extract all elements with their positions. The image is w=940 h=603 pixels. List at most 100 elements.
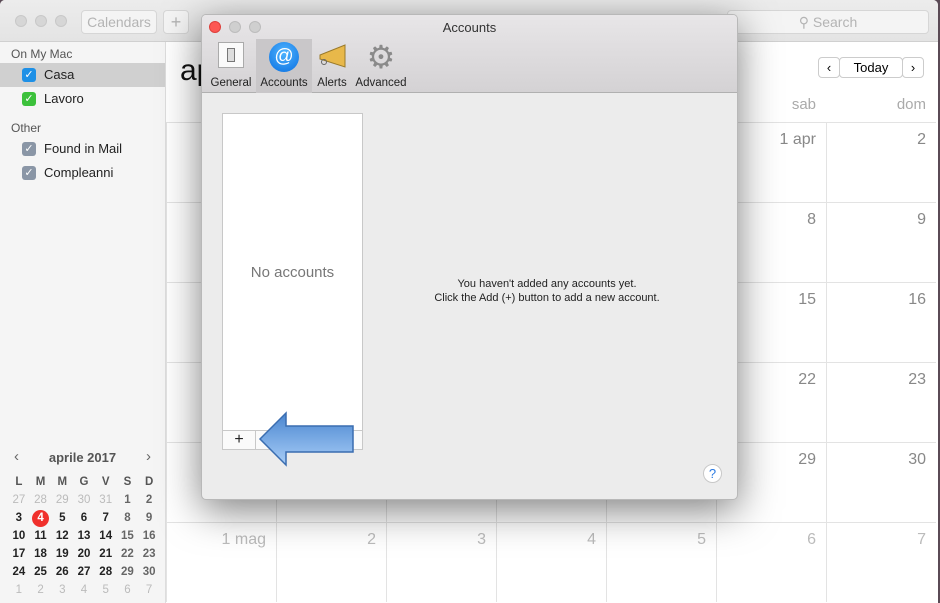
mini-day[interactable]: 24 <box>8 563 30 581</box>
mini-day[interactable]: 1 <box>8 581 30 599</box>
calendar-item-lavoro[interactable]: ✓ Lavoro <box>0 87 165 111</box>
day-number: 9 <box>917 211 926 228</box>
search-input[interactable]: ⚲ Search <box>727 10 929 34</box>
mini-day[interactable]: 27 <box>73 563 95 581</box>
mini-day[interactable]: 31 <box>95 491 117 509</box>
mini-day[interactable]: 5 <box>51 509 73 527</box>
mini-day[interactable]: 28 <box>30 491 52 509</box>
next-month-button[interactable]: › <box>146 448 151 465</box>
mini-day[interactable]: 2 <box>138 491 160 509</box>
day-cell[interactable]: 4 <box>496 522 606 602</box>
mini-day[interactable]: 9 <box>138 509 160 527</box>
mini-day[interactable]: 3 <box>8 509 30 527</box>
mini-day[interactable]: 21 <box>95 545 117 563</box>
calendar-item-compleanni[interactable]: ✓ Compleanni <box>0 161 165 185</box>
day-cell[interactable]: 3 <box>386 522 496 602</box>
mini-day[interactable]: 6 <box>73 509 95 527</box>
mini-day[interactable]: 8 <box>117 509 139 527</box>
mini-day[interactable]: 10 <box>8 527 30 545</box>
accounts-preferences-dialog: Accounts General @ Accounts Alerts ⚙ Adv… <box>201 14 738 500</box>
day-number: 30 <box>908 451 926 468</box>
day-number: 29 <box>798 451 816 468</box>
day-number: 4 <box>587 531 596 548</box>
mini-day[interactable]: 2 <box>30 581 52 599</box>
mini-day[interactable]: 4 <box>30 509 52 527</box>
prev-button[interactable]: ‹ <box>818 57 840 78</box>
day-cell[interactable]: 2 <box>276 522 386 602</box>
calendar-item-casa[interactable]: ✓ Casa <box>0 63 165 87</box>
at-sign-icon: @ <box>269 42 299 72</box>
mini-day[interactable]: 1 <box>117 491 139 509</box>
checkbox[interactable]: ✓ <box>22 92 36 106</box>
day-number: 16 <box>908 291 926 308</box>
mini-day[interactable]: 30 <box>138 563 160 581</box>
empty-message: You haven't added any accounts yet. Clic… <box>434 278 660 304</box>
dialog-toolbar: Accounts General @ Accounts Alerts ⚙ Adv… <box>202 15 737 93</box>
day-cell[interactable]: 9 <box>826 202 936 282</box>
mini-day[interactable]: 26 <box>51 563 73 581</box>
day-cell[interactable]: 7 <box>826 522 936 602</box>
mini-day[interactable]: 11 <box>30 527 52 545</box>
zoom-button[interactable] <box>55 15 67 27</box>
day-number: 5 <box>697 531 706 548</box>
day-cell[interactable]: 23 <box>826 362 936 442</box>
mini-day[interactable]: 4 <box>73 581 95 599</box>
minimize-button[interactable] <box>35 15 47 27</box>
add-event-button[interactable]: + <box>163 10 189 34</box>
next-button[interactable]: › <box>902 57 924 78</box>
mini-day[interactable]: 18 <box>30 545 52 563</box>
mini-day[interactable]: 7 <box>138 581 160 599</box>
mini-day[interactable]: 25 <box>30 563 52 581</box>
mini-day[interactable]: 27 <box>8 491 30 509</box>
calendars-button[interactable]: Calendars <box>81 10 157 34</box>
mini-day[interactable]: 19 <box>51 545 73 563</box>
tab-alerts[interactable]: Alerts <box>312 39 352 93</box>
day-cell[interactable]: 6 <box>716 522 826 602</box>
search-icon: ⚲ <box>798 14 809 30</box>
mini-day[interactable]: 20 <box>73 545 95 563</box>
gear-icon: ⚙ <box>366 39 396 75</box>
checkbox[interactable]: ✓ <box>22 142 36 156</box>
day-cell[interactable]: 2 <box>826 122 936 202</box>
today-button[interactable]: Today <box>839 57 903 78</box>
day-cell[interactable]: 5 <box>606 522 716 602</box>
weekday-label: G <box>79 476 89 488</box>
weekday-label: M <box>35 476 46 488</box>
mini-day[interactable]: 12 <box>51 527 73 545</box>
add-account-button[interactable]: + <box>223 431 256 449</box>
mini-day[interactable]: 22 <box>117 545 139 563</box>
calendar-item-found-in-mail[interactable]: ✓ Found in Mail <box>0 137 165 161</box>
day-cell[interactable]: 30 <box>826 442 936 522</box>
close-button[interactable] <box>15 15 27 27</box>
tab-general[interactable]: General <box>206 39 256 93</box>
day-number: 8 <box>807 211 816 228</box>
day-cell[interactable]: 1 mag <box>166 522 276 602</box>
mini-day[interactable]: 29 <box>51 491 73 509</box>
mini-day[interactable]: 17 <box>8 545 30 563</box>
mini-day[interactable]: 15 <box>117 527 139 545</box>
mini-day[interactable]: 3 <box>51 581 73 599</box>
mini-day[interactable]: 14 <box>95 527 117 545</box>
tab-accounts[interactable]: @ Accounts <box>256 39 312 93</box>
accounts-list[interactable]: No accounts <box>222 113 363 450</box>
mini-day[interactable]: 13 <box>73 527 95 545</box>
mini-day[interactable]: 5 <box>95 581 117 599</box>
day-cell[interactable]: 16 <box>826 282 936 362</box>
mini-day[interactable]: 30 <box>73 491 95 509</box>
day-number: 3 <box>477 531 486 548</box>
day-number: 2 <box>367 531 376 548</box>
mini-day[interactable]: 23 <box>138 545 160 563</box>
help-button[interactable]: ? <box>703 464 722 483</box>
weekday-label: S <box>123 476 132 488</box>
mini-day[interactable]: 16 <box>138 527 160 545</box>
checkbox[interactable]: ✓ <box>22 68 36 82</box>
section-title: Other <box>11 121 42 135</box>
day-number: 22 <box>798 371 816 388</box>
tab-advanced[interactable]: ⚙ Advanced <box>352 39 410 93</box>
checkbox[interactable]: ✓ <box>22 166 36 180</box>
mini-day[interactable]: 28 <box>95 563 117 581</box>
mini-day[interactable]: 7 <box>95 509 117 527</box>
arrow-left-icon <box>258 411 354 467</box>
mini-day[interactable]: 6 <box>117 581 139 599</box>
mini-day[interactable]: 29 <box>117 563 139 581</box>
